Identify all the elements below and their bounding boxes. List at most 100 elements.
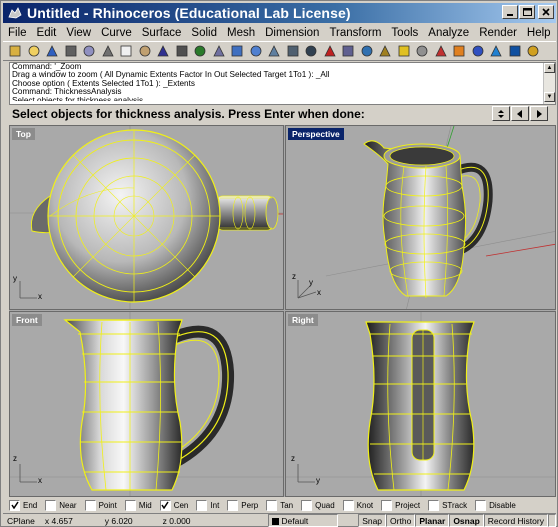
lock-icon[interactable] bbox=[414, 43, 430, 59]
osnap-checkbox[interactable] bbox=[84, 499, 96, 511]
scroll-up-arrow-icon[interactable]: ▲ bbox=[544, 63, 555, 73]
osnap-project[interactable]: Project bbox=[381, 499, 420, 511]
close-button[interactable] bbox=[538, 5, 554, 19]
status-ortho-toggle[interactable]: Ortho bbox=[386, 514, 416, 527]
status-y-coordinate: y 6.020 bbox=[104, 516, 133, 526]
zoom-window-icon[interactable] bbox=[211, 43, 227, 59]
osnap-checkbox[interactable] bbox=[227, 499, 239, 511]
viewport-tab-right[interactable]: Right bbox=[288, 314, 318, 326]
axis-label-y: y bbox=[316, 476, 320, 485]
menu-edit[interactable]: Edit bbox=[32, 27, 62, 39]
osnap-disable[interactable]: Disable bbox=[475, 499, 516, 511]
osnap-checkbox[interactable] bbox=[266, 499, 278, 511]
menu-analyze[interactable]: Analyze bbox=[423, 27, 474, 39]
osnap-int[interactable]: Int bbox=[196, 499, 219, 511]
status-planar-toggle[interactable]: Planar bbox=[415, 514, 450, 527]
menu-view[interactable]: View bbox=[61, 27, 96, 39]
osnap-checkbox[interactable] bbox=[45, 499, 57, 511]
menu-help[interactable]: Help bbox=[522, 27, 556, 39]
minimize-button[interactable] bbox=[502, 5, 518, 19]
menu-render[interactable]: Render bbox=[474, 27, 522, 39]
command-back-button[interactable] bbox=[511, 106, 529, 121]
menu-surface[interactable]: Surface bbox=[137, 27, 187, 39]
osnap-quad[interactable]: Quad bbox=[301, 499, 335, 511]
save-icon[interactable] bbox=[44, 43, 60, 59]
sphere-icon[interactable] bbox=[470, 43, 486, 59]
command-history[interactable]: Command: '_Zoom Drag a window to zoom ( A… bbox=[9, 62, 556, 105]
arrow-right-icon bbox=[537, 109, 542, 118]
osnap-strack[interactable]: STrack bbox=[428, 499, 467, 511]
viewport-tab-perspective[interactable]: Perspective bbox=[288, 128, 344, 140]
minimize-icon bbox=[507, 14, 513, 16]
new-icon[interactable] bbox=[7, 43, 23, 59]
menu-transform[interactable]: Transform bbox=[324, 27, 386, 39]
osnap-checkbox[interactable] bbox=[342, 499, 354, 511]
command-spin-button[interactable] bbox=[492, 106, 510, 121]
zoom-dynamic-icon[interactable] bbox=[229, 43, 245, 59]
select-icon[interactable] bbox=[340, 43, 356, 59]
osnap-end[interactable]: End bbox=[9, 499, 37, 511]
title-bar[interactable]: Untitled - Rhinoceros (Educational Lab L… bbox=[3, 3, 556, 23]
scroll-down-arrow-icon[interactable]: ▼ bbox=[544, 92, 555, 102]
zoom-selected-icon[interactable] bbox=[266, 43, 282, 59]
extra-icon[interactable] bbox=[525, 43, 541, 59]
menu-dimension[interactable]: Dimension bbox=[260, 27, 324, 39]
maximize-button[interactable] bbox=[519, 5, 535, 19]
layer-icon[interactable] bbox=[322, 43, 338, 59]
osnap-checkbox[interactable] bbox=[428, 499, 440, 511]
status-layer[interactable]: Default bbox=[268, 514, 339, 527]
osnap-checkbox[interactable] bbox=[196, 499, 208, 511]
menu-tools[interactable]: Tools bbox=[386, 27, 423, 39]
command-forward-button[interactable] bbox=[530, 106, 548, 121]
command-prompt[interactable]: Select objects for thickness analysis. P… bbox=[9, 105, 556, 123]
status-snap-toggle[interactable]: Snap bbox=[358, 514, 387, 527]
viewport-perspective[interactable]: Perspective z y x bbox=[285, 125, 556, 310]
export-icon[interactable] bbox=[81, 43, 97, 59]
undo-icon[interactable] bbox=[155, 43, 171, 59]
help-icon[interactable] bbox=[507, 43, 523, 59]
object-properties-icon[interactable] bbox=[359, 43, 375, 59]
four-views-icon[interactable] bbox=[285, 43, 301, 59]
viewport-front[interactable]: Front z x bbox=[9, 311, 284, 497]
copy-icon[interactable] bbox=[118, 43, 134, 59]
osnap-perp[interactable]: Perp bbox=[227, 499, 258, 511]
zoom-extents-icon[interactable] bbox=[248, 43, 264, 59]
status-record-history-toggle[interactable]: Record History bbox=[483, 514, 548, 527]
menu-solid[interactable]: Solid bbox=[186, 27, 222, 39]
osnap-checkbox[interactable] bbox=[381, 499, 393, 511]
viewport-tab-front[interactable]: Front bbox=[12, 314, 42, 326]
menu-mesh[interactable]: Mesh bbox=[222, 27, 260, 39]
viewport-top[interactable]: Top y x bbox=[9, 125, 284, 310]
paste-icon[interactable] bbox=[137, 43, 153, 59]
cut-icon[interactable] bbox=[100, 43, 116, 59]
render-icon[interactable] bbox=[451, 43, 467, 59]
menu-file[interactable]: File bbox=[3, 27, 32, 39]
osnap-checkbox[interactable] bbox=[159, 499, 171, 511]
status-osnap-toggle[interactable]: Osnap bbox=[449, 514, 484, 527]
lightbulb-icon[interactable] bbox=[396, 43, 412, 59]
open-icon[interactable] bbox=[26, 43, 42, 59]
osnap-cen[interactable]: Cen bbox=[159, 499, 188, 511]
menu-curve[interactable]: Curve bbox=[96, 27, 137, 39]
osnap-mid[interactable]: Mid bbox=[124, 499, 152, 511]
shaded-icon[interactable] bbox=[433, 43, 449, 59]
osnap-checkbox[interactable] bbox=[475, 499, 487, 511]
snap-icon[interactable] bbox=[377, 43, 393, 59]
osnap-near[interactable]: Near bbox=[45, 499, 77, 511]
material-icon[interactable] bbox=[488, 43, 504, 59]
osnap-knot[interactable]: Knot bbox=[342, 499, 373, 511]
grid-icon[interactable] bbox=[303, 43, 319, 59]
pan-icon[interactable] bbox=[174, 43, 190, 59]
osnap-tan[interactable]: Tan bbox=[266, 499, 293, 511]
history-line: Select objects for thickness analysis bbox=[12, 97, 555, 101]
print-icon[interactable] bbox=[63, 43, 79, 59]
top-view-drawing bbox=[10, 126, 283, 309]
osnap-checkbox[interactable] bbox=[124, 499, 136, 511]
osnap-checkbox[interactable] bbox=[9, 499, 20, 511]
osnap-checkbox[interactable] bbox=[301, 499, 313, 511]
viewport-right[interactable]: Right z y bbox=[285, 311, 556, 497]
viewport-tab-top[interactable]: Top bbox=[12, 128, 35, 140]
history-scrollbar[interactable]: ▲ ▼ bbox=[543, 63, 555, 104]
rotate-view-icon[interactable] bbox=[192, 43, 208, 59]
osnap-point[interactable]: Point bbox=[84, 499, 117, 511]
